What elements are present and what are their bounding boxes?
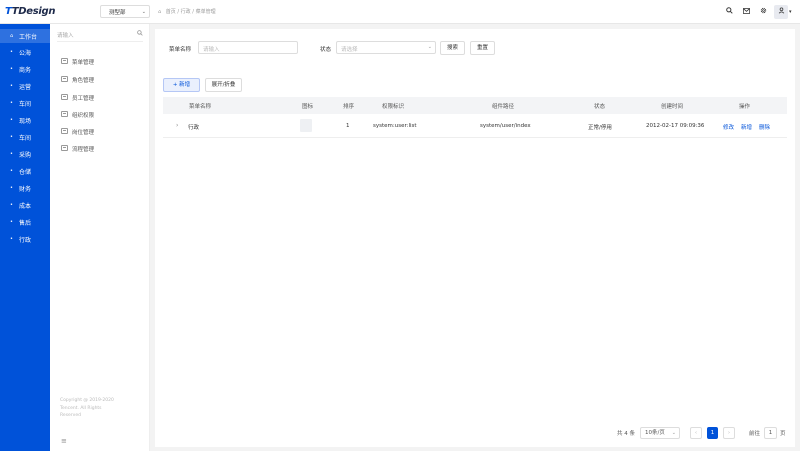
breadcrumb-item-home[interactable]: 首页 — [166, 9, 176, 15]
column-header-name: 菜单名称 — [189, 104, 212, 110]
chevron-down-icon: ⌄ — [427, 44, 432, 50]
top-bar: TTDesign 测型部 ⌄ ⌂ 首页 / 行政 / 菜单管理 ▾ — [0, 0, 800, 24]
column-header-status: 状态 — [594, 104, 606, 110]
department-select[interactable]: 测型部 ⌄ — [100, 5, 150, 18]
nav-item-cost[interactable]: • 成本 — [0, 198, 50, 212]
nav-item-purchasing[interactable]: • 采购 — [0, 147, 50, 161]
column-header-component: 组件路径 — [492, 104, 515, 110]
home-icon: ⌂ — [10, 33, 14, 39]
goto-label: 前往 — [749, 431, 761, 437]
breadcrumb-item-admin[interactable]: 行政 — [181, 9, 191, 15]
logo[interactable]: TTDesign — [5, 6, 56, 17]
table-header: 菜单名称 图标 排序 权限标识 组件路径 状态 创建时间 操作 — [163, 97, 787, 114]
edit-link[interactable]: 修改 — [723, 123, 734, 131]
nav-item-site[interactable]: • 现场 — [0, 113, 50, 127]
nav-item-operations[interactable]: • 运营 — [0, 79, 50, 93]
cell-order: 1 — [346, 123, 350, 129]
primary-nav: ⌂ 工作台 • 公海 • 商务 • 运营 • 车间 • 现场 • 车间 • 采购 • 仓储 • 财务… — [0, 24, 50, 451]
cell-icon-placeholder — [300, 119, 312, 132]
nav-item-admin[interactable]: • 行政 — [0, 232, 50, 246]
nav-item-workshop-2[interactable]: • 车间 — [0, 130, 50, 144]
prev-page-button[interactable]: ‹ — [690, 427, 702, 439]
nav-item-public-sea[interactable]: • 公海 — [0, 45, 50, 59]
add-button[interactable]: + 新增 — [163, 78, 200, 92]
expand-collapse-button[interactable]: 展开/折叠 — [205, 78, 242, 92]
user-icon[interactable] — [774, 5, 788, 19]
nav-item-after-sales[interactable]: • 售后 — [0, 215, 50, 229]
secondary-menu: 请输入 菜单管理 角色管理 员工管理 组织权限 岗位管理 流程管理 Copyri… — [50, 24, 150, 451]
page-size-select[interactable]: 10条/页 ⌄ — [640, 427, 680, 439]
search-icon — [137, 30, 143, 38]
page-button-current[interactable]: 1 — [707, 427, 718, 439]
column-header-order: 排序 — [343, 104, 355, 110]
user-menu-chevron-icon[interactable]: ▾ — [789, 9, 792, 15]
chevron-right-icon[interactable]: › — [176, 122, 178, 129]
gear-icon[interactable] — [756, 5, 770, 19]
menu-name-input[interactable]: 请输入 — [198, 41, 298, 54]
mail-icon[interactable] — [739, 5, 753, 19]
cell-created: 2012-02-17 09:09:36 — [646, 123, 705, 129]
nav-item-warehouse[interactable]: • 仓储 — [0, 164, 50, 178]
chevron-down-icon: ⌄ — [671, 430, 676, 436]
status-select[interactable]: 请选择 ⌄ — [336, 41, 436, 54]
table-row: › 行政 1 system:user:list system/user/inde… — [163, 114, 787, 138]
search-button[interactable]: 搜索 — [440, 41, 465, 55]
column-header-permission: 权限标识 — [382, 104, 405, 110]
nav-item-business[interactable]: • 商务 — [0, 62, 50, 76]
cell-status: 正常/停用 — [588, 125, 612, 131]
chevron-down-icon: ⌄ — [141, 9, 146, 15]
menu-icon — [61, 94, 68, 100]
status-label: 状态 — [320, 47, 332, 53]
pagination-total: 共 4 条 — [617, 431, 635, 437]
search-icon[interactable] — [722, 5, 736, 19]
breadcrumb: ⌂ 首页 / 行政 / 菜单管理 — [158, 9, 216, 15]
cell-menu-name: 行政 — [188, 125, 200, 131]
menu-icon — [61, 128, 68, 134]
reset-button[interactable]: 重置 — [470, 41, 495, 55]
breadcrumb-item-current: 菜单管理 — [195, 9, 216, 15]
next-page-button[interactable]: › — [723, 427, 735, 439]
menu-icon — [61, 76, 68, 82]
menu-icon — [61, 111, 68, 117]
goto-suffix: 页 — [780, 431, 786, 437]
add-child-link[interactable]: 新增 — [741, 123, 752, 131]
cell-component: system/user/index — [480, 123, 531, 129]
collapse-menu-icon[interactable]: ≡ — [61, 437, 67, 445]
menu-name-label: 菜单名称 — [169, 47, 192, 53]
delete-link[interactable]: 删除 — [759, 123, 770, 131]
nav-item-workshop[interactable]: • 车间 — [0, 96, 50, 110]
menu-icon — [61, 58, 68, 64]
cell-permission: system:user:list — [373, 123, 417, 129]
nav-item-finance[interactable]: • 财务 — [0, 181, 50, 195]
menu-search-input[interactable]: 请输入 — [57, 29, 143, 42]
column-header-actions: 操作 — [739, 104, 751, 110]
goto-page-input[interactable]: 1 — [764, 427, 777, 439]
menu-icon — [61, 145, 68, 151]
copyright-text: Copyright @ 2019-2020 Tencent. All Right… — [60, 398, 114, 418]
department-select-value: 测型部 — [109, 10, 126, 16]
content-card: 菜单名称 请输入 状态 请选择 ⌄ 搜索 重置 + 新增 展开/折叠 菜单名称 … — [155, 29, 795, 447]
column-header-icon: 图标 — [302, 104, 314, 110]
column-header-created: 创建时间 — [661, 104, 684, 110]
nav-item-workbench[interactable]: ⌂ 工作台 — [0, 29, 50, 43]
home-icon[interactable]: ⌂ — [158, 9, 161, 15]
